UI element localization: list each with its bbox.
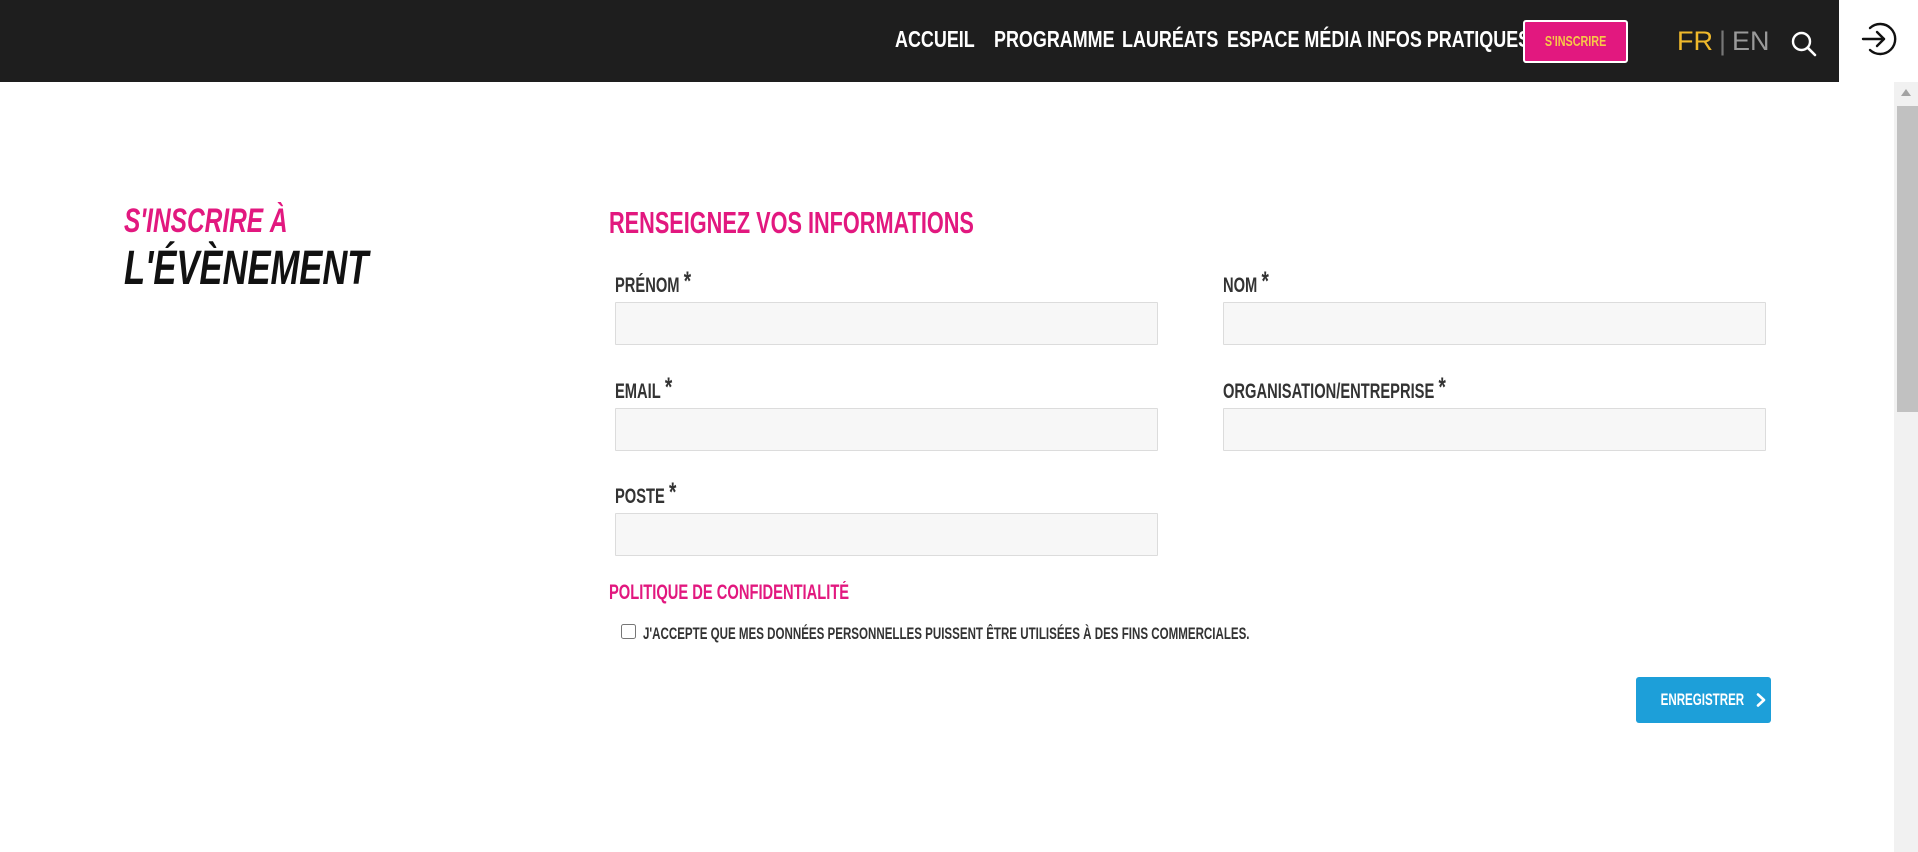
nav-item-espace-media[interactable]: Espace média	[1227, 26, 1362, 53]
nom-label: Nom *	[1223, 266, 1269, 299]
required-mark: *	[683, 266, 692, 296]
scrollbar-thumb[interactable]	[1897, 106, 1918, 412]
signup-button[interactable]: S'inscrire	[1523, 20, 1628, 63]
required-mark: *	[1261, 266, 1269, 296]
submit-button[interactable]: Enregistrer	[1636, 677, 1771, 723]
page-subtitle: S'inscrire à	[124, 202, 288, 240]
poste-label: Poste *	[615, 477, 677, 510]
organisation-input[interactable]	[1223, 408, 1766, 451]
search-icon[interactable]	[1790, 30, 1818, 58]
signup-button-label: S'inscrire	[1544, 33, 1607, 50]
nav-item-programme[interactable]: Programme	[994, 26, 1115, 53]
nom-input[interactable]	[1223, 302, 1766, 345]
page-title: L'évènement	[124, 242, 369, 295]
consent-checkbox[interactable]	[621, 624, 636, 639]
organisation-label: Organisation/Entreprise *	[1223, 372, 1446, 405]
poste-input[interactable]	[615, 513, 1158, 556]
poste-label-text: Poste	[615, 485, 665, 508]
form-heading: Renseignez vos informations	[609, 205, 974, 240]
nom-label-text: Nom	[1223, 274, 1258, 297]
consent-label[interactable]: J'accepte que mes données personnelles p…	[643, 624, 1250, 644]
nav-item-infos-pratiques[interactable]: Infos pratiques	[1367, 26, 1530, 53]
privacy-heading: Politique de confidentialité	[609, 581, 850, 604]
login-area	[1839, 0, 1918, 82]
language-switcher: FR | EN	[1677, 26, 1770, 57]
scroll-up-arrow-icon[interactable]	[1898, 86, 1914, 100]
lang-fr-link[interactable]: FR	[1677, 26, 1713, 57]
login-icon[interactable]	[1859, 20, 1897, 58]
email-label: Email *	[615, 372, 673, 405]
nav-item-accueil[interactable]: Accueil	[895, 26, 975, 53]
email-input[interactable]	[615, 408, 1158, 451]
nav-item-laureats[interactable]: Lauréats	[1122, 26, 1218, 53]
organisation-label-text: Organisation/Entreprise	[1223, 380, 1435, 403]
submit-button-label: Enregistrer	[1660, 690, 1745, 709]
chevron-right-icon	[1756, 693, 1766, 707]
main-nav: Accueil Programme Lauréats Espace média …	[895, 26, 1530, 56]
email-label-text: Email	[615, 380, 661, 403]
lang-separator: |	[1719, 26, 1727, 56]
required-mark: *	[664, 372, 673, 402]
top-navigation-bar: Accueil Programme Lauréats Espace média …	[0, 0, 1839, 82]
prenom-input[interactable]	[615, 302, 1158, 345]
prenom-label-text: Prénom	[615, 274, 680, 297]
lang-en-link[interactable]: EN	[1732, 26, 1770, 57]
prenom-label: Prénom *	[615, 266, 692, 299]
required-mark: *	[669, 477, 677, 507]
required-mark: *	[1438, 372, 1446, 402]
